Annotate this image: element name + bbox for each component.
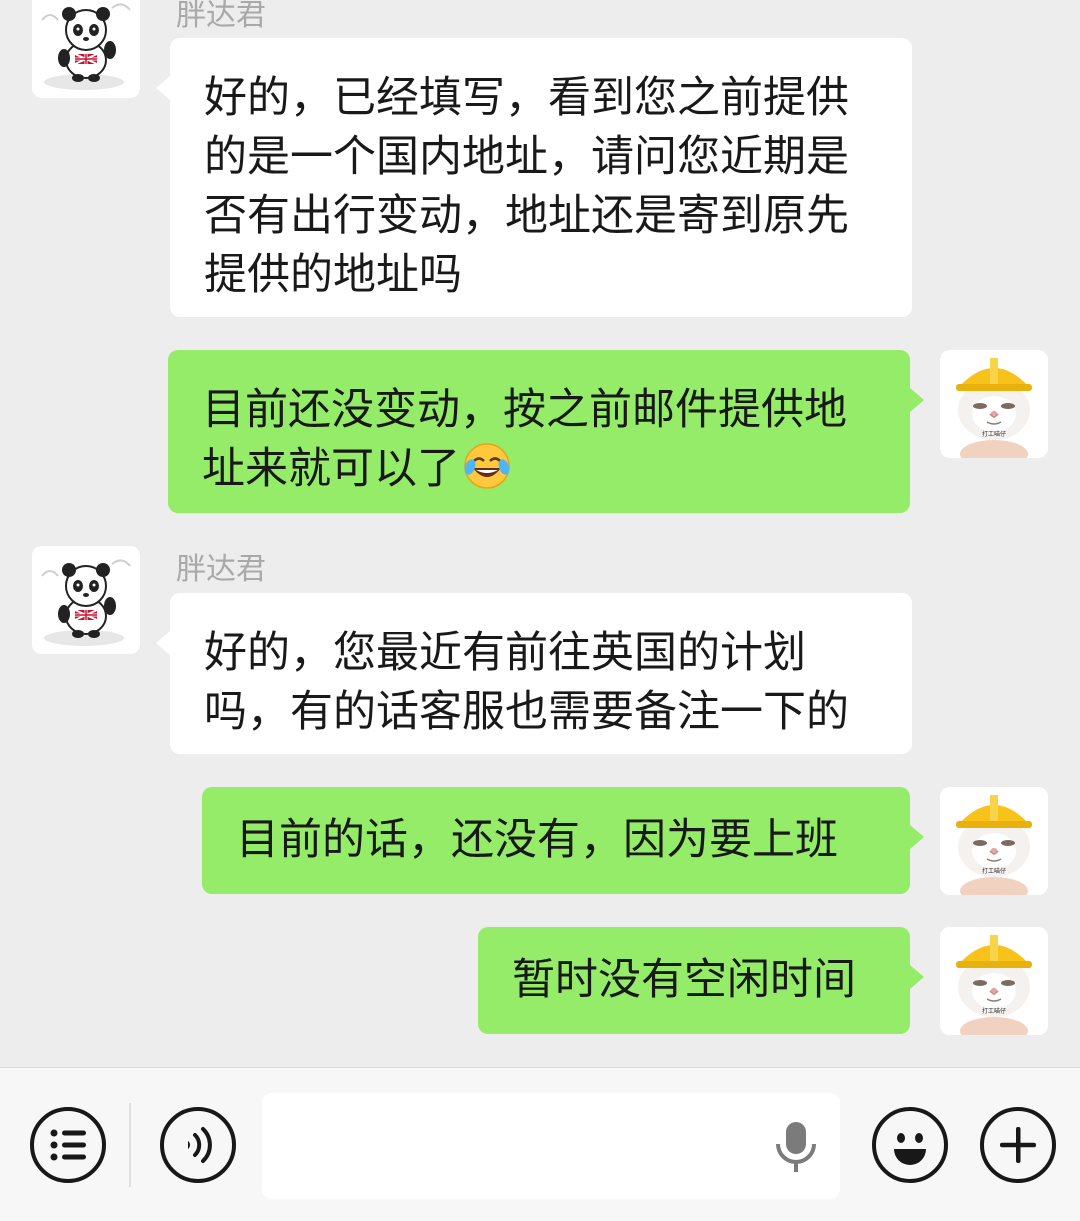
more-options-button[interactable] bbox=[980, 1107, 1056, 1183]
voice-mode-icon bbox=[188, 1127, 212, 1163]
message-text-line: 的是一个国内地址，请问您近期是 bbox=[204, 132, 849, 182]
message-text-line: 提供的地址吗 bbox=[204, 250, 462, 300]
cat-hardhat-avatar-image: 打工喵仔 bbox=[940, 787, 1048, 895]
toolbar-divider bbox=[129, 1103, 131, 1187]
message-text-input[interactable] bbox=[262, 1093, 840, 1199]
message-text-line: 址来就可以了 bbox=[202, 444, 460, 494]
microphone-icon bbox=[776, 1122, 816, 1172]
message-bubble[interactable]: 目前还没变动，按之前邮件提供地 址来就可以了 bbox=[168, 350, 924, 513]
self-avatar[interactable]: 打工喵仔 bbox=[940, 927, 1048, 1035]
self-avatar-sign: 打工喵仔 bbox=[982, 1007, 1006, 1015]
microphone-button[interactable] bbox=[772, 1120, 820, 1174]
message-text-line: 吗，有的话客服也需要备注一下的 bbox=[204, 687, 849, 737]
list-menu-icon bbox=[50, 1129, 86, 1161]
message-text-line: 好的，已经填写，看到您之前提供 bbox=[204, 73, 849, 123]
self-avatar-sign: 打工喵仔 bbox=[982, 430, 1006, 438]
message-input-bar bbox=[0, 1067, 1080, 1221]
message-text-line: 否有出行变动，地址还是寄到原先 bbox=[204, 191, 849, 241]
rolling-on-floor-laughing-emoji-icon bbox=[462, 441, 512, 491]
smiley-emoji-icon bbox=[894, 1133, 926, 1165]
self-avatar[interactable]: 打工喵仔 bbox=[940, 350, 1048, 458]
message-text-line: 暂时没有空闲时间 bbox=[512, 955, 856, 1005]
plus-icon bbox=[1000, 1127, 1036, 1163]
message-text-line: 目前的话，还没有，因为要上班 bbox=[236, 815, 838, 865]
voice-mode-button[interactable] bbox=[160, 1107, 236, 1183]
message-bubble[interactable]: 暂时没有空闲时间 bbox=[478, 927, 924, 1034]
sender-name: 胖达君 bbox=[176, 552, 266, 587]
self-avatar[interactable]: 打工喵仔 bbox=[940, 787, 1048, 895]
message-text-line: 好的，您最近有前往英国的计划 bbox=[204, 628, 806, 678]
panda-avatar-image bbox=[32, 546, 140, 654]
message-text-line: 目前还没变动，按之前邮件提供地 bbox=[202, 385, 847, 435]
contact-avatar[interactable] bbox=[32, 0, 140, 98]
contact-avatar[interactable] bbox=[32, 546, 140, 654]
sender-name: 胖达君 bbox=[176, 0, 266, 33]
list-menu-button[interactable] bbox=[30, 1107, 106, 1183]
message-text-line-with-emoji: 址来就可以了 bbox=[202, 440, 876, 499]
message-bubble[interactable]: 目前的话，还没有，因为要上班 bbox=[202, 787, 924, 894]
cat-hardhat-avatar-image: 打工喵仔 bbox=[940, 927, 1048, 1035]
message-bubble[interactable]: 好的，已经填写，看到您之前提供 的是一个国内地址，请问您近期是 否有出行变动，地… bbox=[156, 38, 912, 317]
panda-avatar-image bbox=[32, 0, 140, 98]
self-avatar-sign: 打工喵仔 bbox=[982, 867, 1006, 875]
emoji-button[interactable] bbox=[872, 1107, 948, 1183]
cat-hardhat-avatar-image: 打工喵仔 bbox=[940, 350, 1048, 458]
message-bubble[interactable]: 好的，您最近有前往英国的计划 吗，有的话客服也需要备注一下的 bbox=[156, 593, 912, 754]
